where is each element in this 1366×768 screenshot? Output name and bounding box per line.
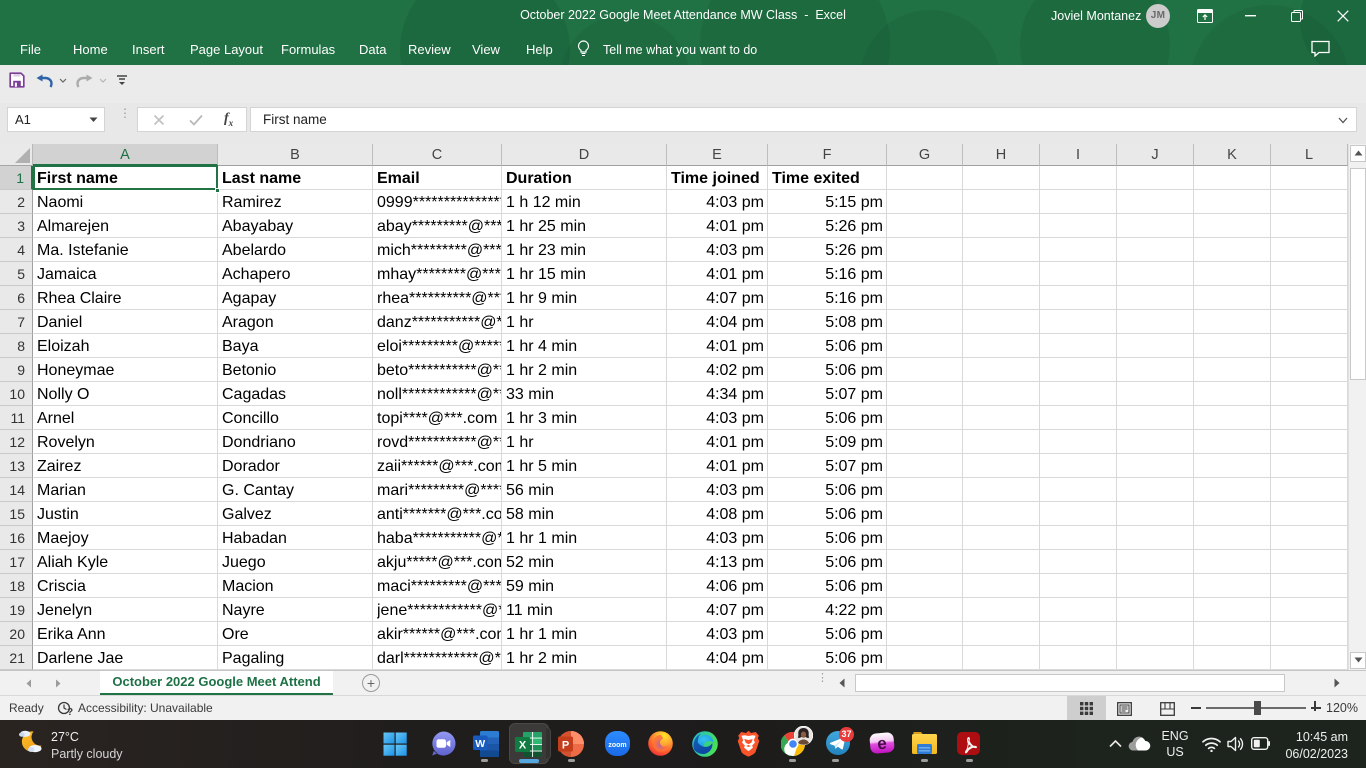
- svg-text:W: W: [475, 738, 485, 750]
- svg-text:zoom: zoom: [608, 742, 626, 749]
- svg-text:e: e: [876, 734, 887, 754]
- svg-text:P: P: [562, 739, 569, 751]
- svg-text:?: ?: [67, 707, 73, 717]
- svg-text:X: X: [519, 740, 527, 752]
